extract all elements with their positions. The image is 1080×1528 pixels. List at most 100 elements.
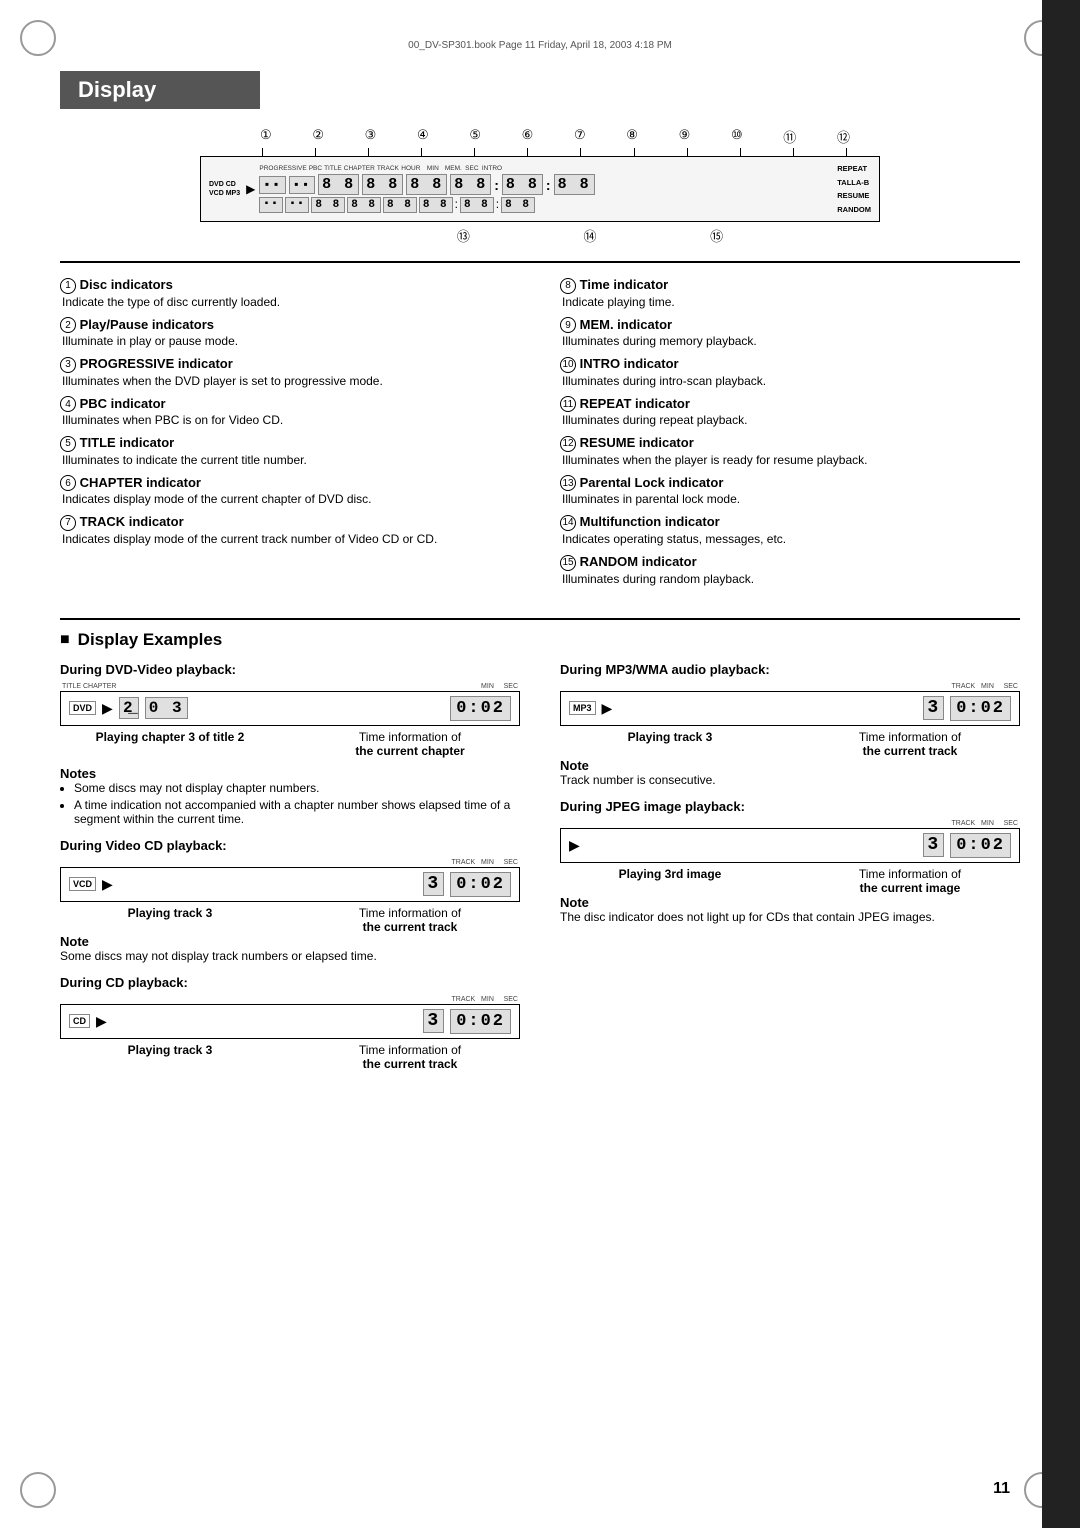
vcd-caption-2: Time information of the current track	[300, 906, 520, 934]
num-12: ⑫	[837, 127, 850, 146]
num-11: ⑪	[783, 127, 796, 146]
cd-play-arrow: ▶	[96, 1013, 107, 1030]
mp3-note: Note Track number is consecutive.	[560, 758, 1020, 787]
mp3-time-digit: 0:02	[950, 696, 1011, 721]
tick-lines-top	[200, 148, 880, 156]
num-4: ④	[417, 127, 429, 146]
vcd-track-digit: 3	[423, 872, 444, 896]
vcd-note: Note Some discs may not display track nu…	[60, 934, 520, 963]
diagram-numbers-bottom: ⑬ ⑭ ⑮	[200, 222, 880, 245]
vcd-disc-indicator: VCD	[69, 877, 96, 891]
mp3-track-digit: 3	[923, 696, 944, 720]
dvd-notes: Notes Some discs may not display chapter…	[60, 766, 520, 826]
mp3-wma-example: During MP3/WMA audio playback: TRACK MIN…	[560, 662, 1020, 787]
dvd-caption-1: Playing chapter 3 of title 2	[60, 730, 280, 758]
dvd-disp-labels: TITLE CHAPTER MIN SEC	[60, 683, 520, 690]
indicator-12: 12 RESUME indicator Illuminates when the…	[560, 435, 1020, 467]
section-title: Display	[60, 71, 260, 109]
indicator-13: 13 Parental Lock indicator Illuminates i…	[560, 475, 1020, 507]
talla-b-label: TALLA-B	[837, 176, 871, 190]
diag-bot-7: 8 8	[460, 197, 494, 213]
cd-track-digit: 3	[423, 1009, 444, 1033]
indicator-4: 4 PBC indicator Illuminates when PBC is …	[60, 396, 520, 428]
jpeg-time-digit: 0:02	[950, 833, 1011, 858]
diag-min-box: 8 8	[502, 174, 543, 195]
jpeg-disp-labels: TRACK MIN SEC	[560, 820, 1020, 827]
indicator-3: 3 PROGRESSIVE indicator Illuminates when…	[60, 356, 520, 388]
dvd-disc-indicator: DVD	[69, 701, 96, 715]
diagram-numbers-top: ① ② ③ ④ ⑤ ⑥ ⑦ ⑧ ⑨ ⑩ ⑪ ⑫	[200, 127, 880, 148]
diag-chapter-box: 8 8	[362, 174, 403, 195]
diag-title-box: 8 8	[318, 174, 359, 195]
jpeg-example: During JPEG image playback: TRACK MIN SE…	[560, 799, 1020, 924]
diag-bot-1: ▪▪	[259, 197, 283, 213]
num-14: ⑭	[583, 226, 596, 245]
dvd-time-digit: 0:02	[450, 696, 511, 721]
cd-caption-1: Playing track 3	[60, 1043, 280, 1071]
dvd-caption: Playing chapter 3 of title 2 Time inform…	[60, 730, 520, 758]
resume-label: RESUME	[837, 189, 871, 203]
corner-decoration-tl	[20, 20, 56, 56]
dvd-play-arrow: ▶	[102, 700, 113, 717]
cd-caption-2: Time information of the current track	[300, 1043, 520, 1071]
vcd-disp-labels: TRACK MIN SEC	[60, 859, 520, 866]
diag-indicator-labels: PROGRESSIVE PBC TITLE CHAPTER TRACK HOUR…	[259, 165, 829, 172]
diag-prog-box: ▪▪	[259, 176, 285, 194]
diag-bot-8: 8 8	[501, 197, 535, 213]
vcd-play-arrow: ▶	[102, 876, 113, 893]
diag-bot-2: ▪▪	[285, 197, 309, 213]
num-1: ①	[260, 127, 272, 146]
indicator-5: 5 TITLE indicator Illuminates to indicat…	[60, 435, 520, 467]
diag-bot-5: 8 8	[383, 197, 417, 213]
cd-display: CD ▶ 3 0:02	[60, 1004, 520, 1039]
num-10: ⑩	[731, 127, 743, 146]
mp3-caption-2: Time information of the current track	[800, 730, 1020, 758]
vcd-caption: Playing track 3 Time information of the …	[60, 906, 520, 934]
video-cd-subtitle: During Video CD playback:	[60, 838, 520, 853]
examples-section: Display Examples During DVD-Video playba…	[60, 618, 1020, 1083]
mp3-disp-labels: TRACK MIN SEC	[560, 683, 1020, 690]
mp3-play-arrow: ▶	[602, 700, 613, 717]
mp3-wma-subtitle: During MP3/WMA audio playback:	[560, 662, 1020, 677]
page-number: 11	[993, 1480, 1010, 1498]
right-indicator-labels: REPEAT TALLA-B RESUME RANDOM	[837, 162, 871, 216]
diag-sec-box: 8 8	[554, 174, 595, 195]
indicator-1: 1 Disc indicators Indicate the type of d…	[60, 277, 520, 309]
indicator-11: 11 REPEAT indicator Illuminates during r…	[560, 396, 1020, 428]
mp3-caption-1: Playing track 3	[560, 730, 780, 758]
jpeg-caption: Playing 3rd image Time information of th…	[560, 867, 1020, 895]
disc-type-labels: DVD CD VCD MP3	[209, 180, 240, 198]
diag-bot-4: 8 8	[347, 197, 381, 213]
cd-time-digit: 0:02	[450, 1009, 511, 1034]
corner-decoration-bl	[20, 1472, 56, 1508]
indicators-right-col: 8 Time indicator Indicate playing time. …	[560, 277, 1020, 594]
num-9: ⑨	[679, 127, 691, 146]
diag-bot-6: 8 8	[419, 197, 453, 213]
num-7: ⑦	[574, 127, 586, 146]
diag-digit-row: ▪▪ ▪▪ 8 8 8 8 8 8 8 8 : 8 8 : 8 8	[259, 174, 829, 195]
num-3: ③	[365, 127, 377, 146]
main-content: Display ① ② ③ ④ ⑤ ⑥ ⑦ ⑧ ⑨ ⑩ ⑪ ⑫	[60, 71, 1020, 1083]
jpeg-track-digit: 3	[923, 833, 944, 857]
indicator-15: 15 RANDOM indicator Illuminates during r…	[560, 554, 1020, 586]
dvd-title-digit: 2̲	[119, 697, 139, 719]
dvd-caption-2: Time information of the current chapter	[300, 730, 520, 758]
num-6: ⑥	[522, 127, 534, 146]
indicator-6: 6 CHAPTER indicator Indicates display mo…	[60, 475, 520, 507]
jpeg-play-arrow: ▶	[569, 837, 580, 854]
num-2: ②	[312, 127, 324, 146]
dvd-chapter-digit: 0 3	[145, 697, 188, 719]
black-sidebar	[1042, 0, 1080, 1528]
diag-pbc-box: ▪▪	[289, 176, 315, 194]
diag-hour-box: 8 8	[450, 174, 491, 195]
jpeg-subtitle: During JPEG image playback:	[560, 799, 1020, 814]
cd-example: During CD playback: TRACK MIN SEC CD ▶ 3	[60, 975, 520, 1071]
cd-disc-indicator: CD	[69, 1014, 90, 1028]
indicator-2: 2 Play/Pause indicators Illuminate in pl…	[60, 317, 520, 349]
repeat-label: REPEAT	[837, 162, 871, 176]
diagram-display-content: PROGRESSIVE PBC TITLE CHAPTER TRACK HOUR…	[259, 165, 829, 213]
dvd-display: DVD ▶ 2̲ 0 3 0:02	[60, 691, 520, 726]
examples-grid: During DVD-Video playback: TITLE CHAPTER…	[60, 662, 1020, 1083]
jpeg-caption-2: Time information of the current image	[800, 867, 1020, 895]
diag-track-box: 8 8	[406, 174, 447, 195]
